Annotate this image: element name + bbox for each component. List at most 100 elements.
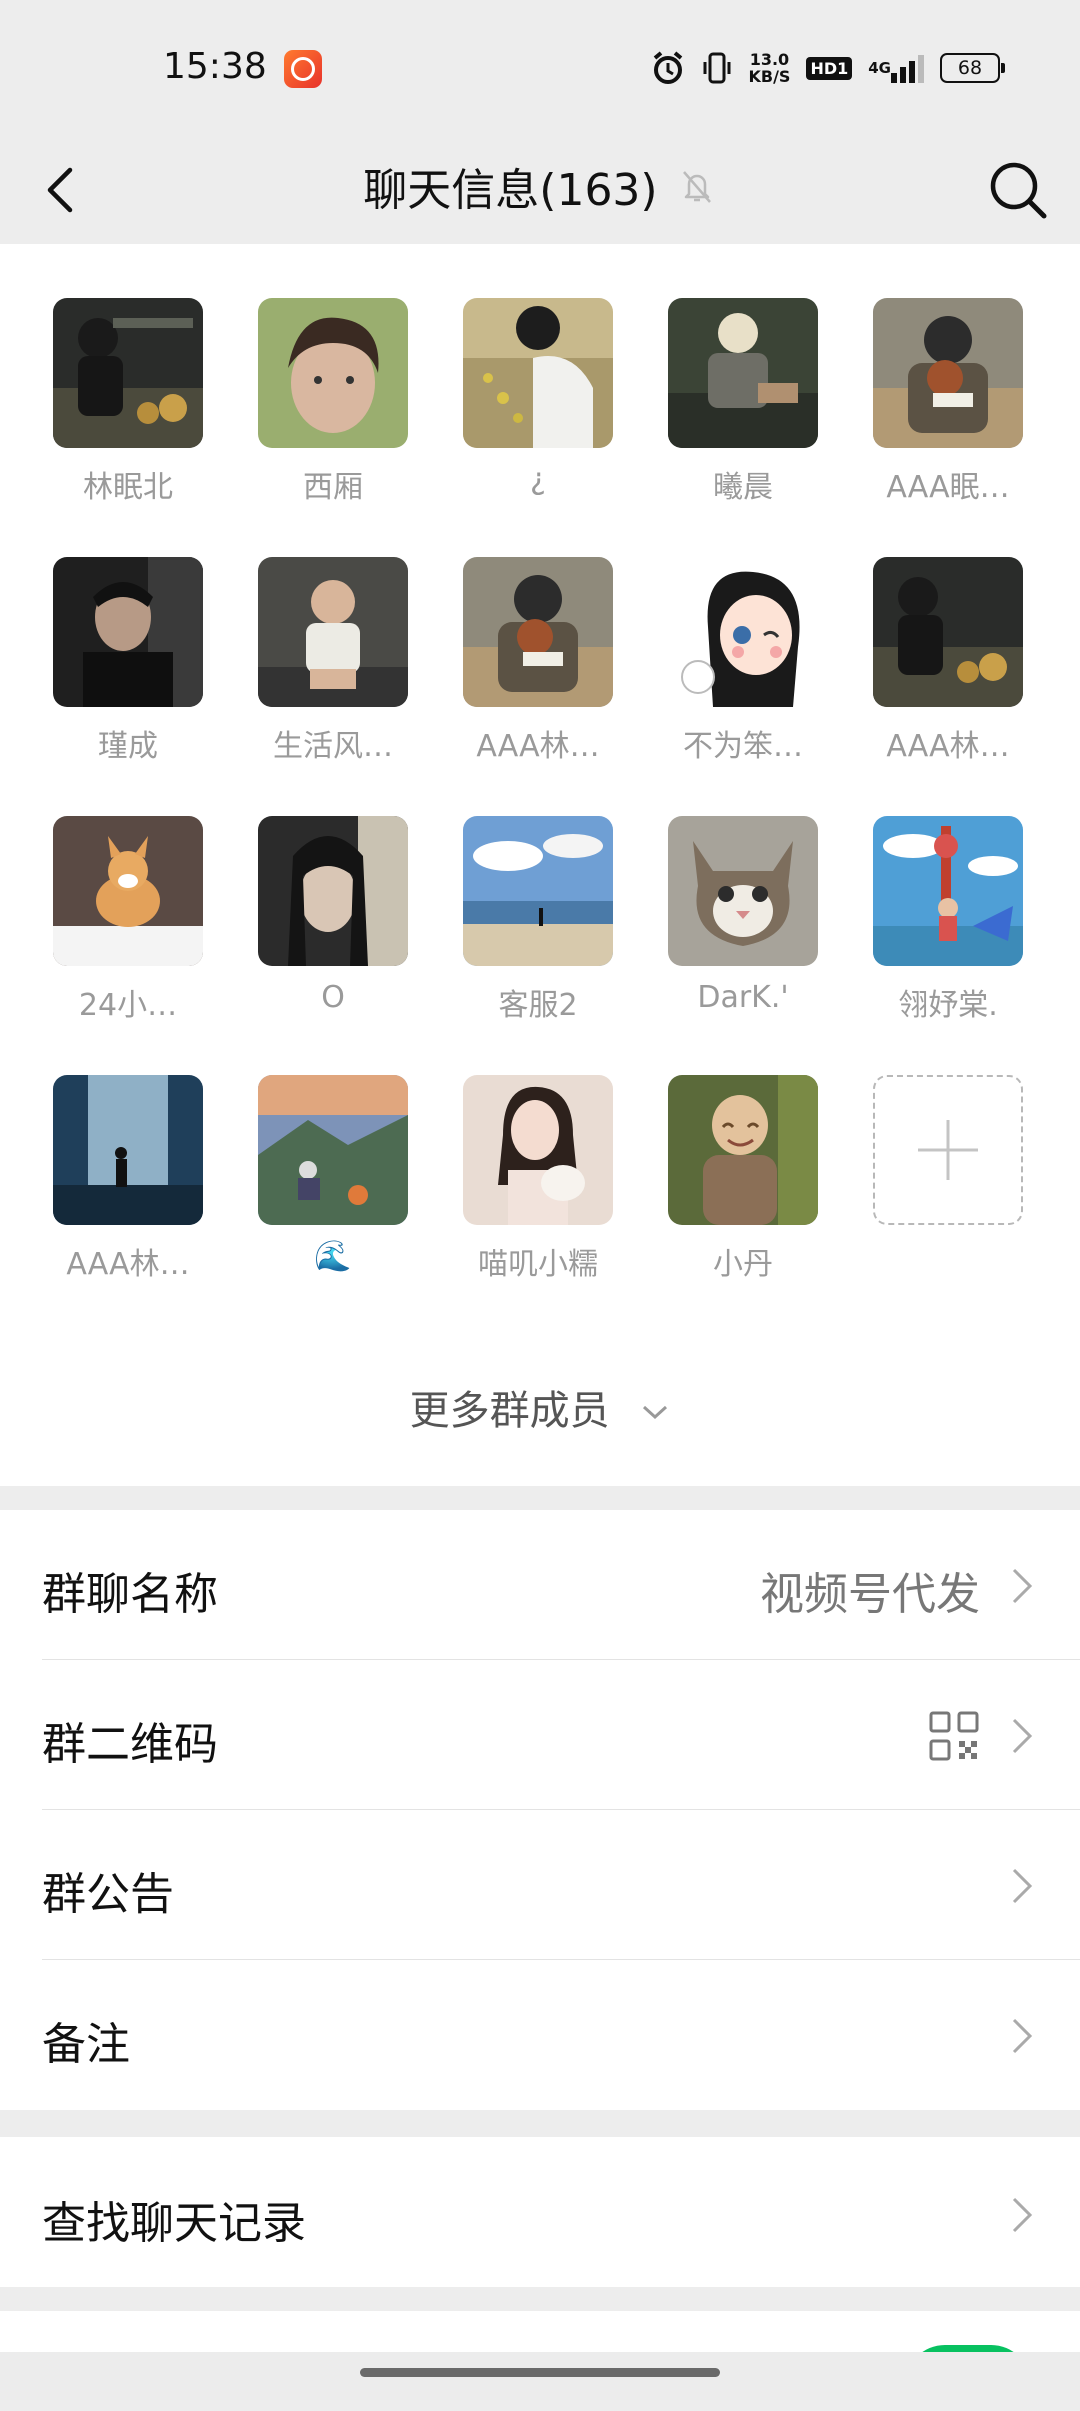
member-item[interactable]: 24小… <box>30 816 226 1048</box>
member-name: 🌊 <box>314 1239 352 1274</box>
title-wrap: 聊天信息(163) <box>0 154 1080 218</box>
chevron-right-icon <box>1012 1718 1033 1754</box>
member-item[interactable]: 客服2 <box>440 816 636 1048</box>
hd-icon: HD1 <box>806 50 853 86</box>
member-name: AAA林… <box>66 1247 190 1282</box>
avatar <box>668 298 818 448</box>
members-panel: 林眠北 西厢 ¿ 曦晨 AAA眠… 瑾成 生活风… AAA林… 不为笨… AAA… <box>0 244 1080 1486</box>
member-name: 西厢 <box>303 470 363 505</box>
member-name: AAA眠… <box>886 470 1010 505</box>
chevron-right-icon <box>1012 1868 1033 1904</box>
status-bar: 15:38 13.0 KB/S HD1 4G 68 <box>0 0 1080 136</box>
avatar <box>53 298 203 448</box>
member-name: O <box>321 980 345 1015</box>
chevron-right-icon <box>1012 2018 1033 2054</box>
alarm-icon <box>650 50 686 86</box>
member-name: 林眠北 <box>83 470 173 505</box>
group-name-value: 视频号代发 <box>760 1569 980 1620</box>
signal-icon: 4G <box>868 50 924 86</box>
avatar <box>53 1075 203 1225</box>
avatar <box>668 1075 818 1225</box>
avatar <box>873 298 1023 448</box>
group-qr-row[interactable]: 群二维码 <box>0 1660 1080 1810</box>
avatar <box>668 557 818 707</box>
qr-code-icon <box>929 1711 979 1761</box>
remark-row[interactable]: 备注 <box>0 1960 1080 2110</box>
member-item[interactable]: AAA林… <box>440 557 636 789</box>
search-icon[interactable] <box>980 152 1056 228</box>
chevron-down-icon <box>643 1405 668 1420</box>
avatar <box>258 816 408 966</box>
member-item[interactable]: 翎妤棠. <box>850 816 1046 1048</box>
member-item[interactable]: 喵叽小糯 <box>440 1075 636 1307</box>
add-icon <box>873 1075 1023 1225</box>
avatar <box>463 1075 613 1225</box>
member-item[interactable]: 曦晨 <box>645 298 841 530</box>
member-item[interactable]: ¿ <box>440 298 636 530</box>
avatar <box>463 557 613 707</box>
notification-app-icon <box>284 50 322 88</box>
avatar <box>873 557 1023 707</box>
avatar <box>258 1075 408 1225</box>
battery-icon: 68 <box>940 50 1005 86</box>
member-name: 24小… <box>78 988 178 1023</box>
member-name: 喵叽小糯 <box>478 1247 598 1282</box>
battery-level: 68 <box>940 53 1005 83</box>
page-title: 聊天信息(163) <box>363 165 658 216</box>
network-speed-unit: KB/S <box>748 67 791 86</box>
member-name: ¿ <box>530 462 546 497</box>
add-member-button[interactable] <box>850 1075 1046 1307</box>
member-name: 生活风… <box>273 729 393 764</box>
member-item[interactable]: 西厢 <box>235 298 431 530</box>
member-name: 小丹 <box>713 1247 773 1282</box>
mute-bell-icon <box>682 171 711 203</box>
remark-label: 备注 <box>42 2019 130 2070</box>
hd-label: HD1 <box>806 56 853 80</box>
status-icons: 13.0 KB/S HD1 4G 68 <box>650 48 1005 88</box>
avatar <box>53 557 203 707</box>
avatar <box>463 298 613 448</box>
announcement-row[interactable]: 群公告 <box>0 1810 1080 1960</box>
chevron-right-icon <box>1012 1568 1033 1604</box>
member-item[interactable]: AAA眠… <box>850 298 1046 530</box>
avatar <box>53 816 203 966</box>
member-item[interactable]: 瑾成 <box>30 557 226 789</box>
more-members-label: 更多群成员 <box>409 1388 610 1434</box>
member-item[interactable]: 小丹 <box>645 1075 841 1307</box>
member-name: 曦晨 <box>713 470 773 505</box>
member-item[interactable]: 生活风… <box>235 557 431 789</box>
avatar <box>668 816 818 966</box>
avatar <box>463 816 613 966</box>
member-item[interactable]: 🌊 <box>235 1075 431 1307</box>
member-name: AAA林… <box>476 729 600 764</box>
avatar <box>258 557 408 707</box>
status-time: 15:38 <box>163 46 267 87</box>
network-type-label: 4G <box>868 59 891 77</box>
avatar <box>258 298 408 448</box>
settings-group: 群聊名称 视频号代发 群二维码 群公告 备注 <box>0 1510 1080 2110</box>
member-item[interactable]: AAA林… <box>30 1075 226 1307</box>
member-item[interactable]: AAA林… <box>850 557 1046 789</box>
group-name-label: 群聊名称 <box>42 1569 218 1620</box>
header: 聊天信息(163) <box>0 136 1080 244</box>
group-qr-label: 群二维码 <box>42 1719 218 1770</box>
member-item[interactable]: DarK.' <box>645 816 841 1048</box>
member-name: DarK.' <box>697 980 789 1015</box>
member-item[interactable]: 不为笨… <box>645 557 841 789</box>
vibrate-icon <box>702 50 732 86</box>
network-speed: 13.0 KB/S <box>748 50 790 86</box>
member-name: 客服2 <box>498 988 578 1023</box>
home-indicator[interactable] <box>360 2368 720 2377</box>
member-name: AAA林… <box>886 729 1010 764</box>
search-group: 查找聊天记录 <box>0 2137 1080 2287</box>
group-name-row[interactable]: 群聊名称 视频号代发 <box>0 1510 1080 1660</box>
avatar <box>873 816 1023 966</box>
member-item[interactable]: 林眠北 <box>30 298 226 530</box>
chevron-right-icon <box>1012 2197 1033 2233</box>
member-name: 瑾成 <box>98 729 158 764</box>
more-members-button[interactable]: 更多群成员 <box>0 1378 1080 1436</box>
search-history-row[interactable]: 查找聊天记录 <box>0 2137 1080 2287</box>
member-item[interactable]: O <box>235 816 431 1048</box>
member-name: 翎妤棠. <box>898 988 998 1023</box>
member-name: 不为笨… <box>683 729 803 764</box>
